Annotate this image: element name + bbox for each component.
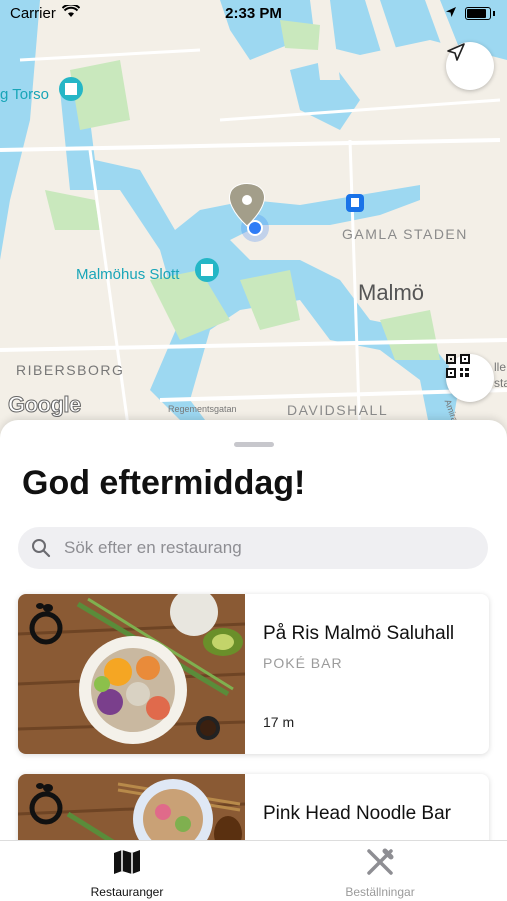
restaurant-card[interactable]: På Ris Malmö Saluhall POKÉ BAR 17 m [18,594,489,754]
map-label-malmohus: Malmöhus Slott [76,266,180,283]
battery-cap-icon [493,11,495,16]
restaurant-name: Pink Head Noodle Bar [263,803,451,824]
restaurant-distance: 17 m [263,714,295,730]
sheet-drag-handle[interactable] [234,442,274,447]
map-view[interactable]: g Torso GAMLA STADEN Malmöhus Slott Malm… [0,0,507,440]
search-input[interactable] [62,537,466,559]
map-label-edge-le: lle [494,360,507,374]
map-label-edge-sta: sta [494,376,507,390]
location-services-icon [445,5,457,22]
utensils-icon [365,847,395,880]
greeting-title: God eftermiddag! [22,464,306,502]
tab-bestallningar[interactable]: Beställningar [300,847,460,899]
tab-label: Beställningar [345,885,415,899]
battery-icon [465,7,491,20]
tab-bar: Restauranger Beställningar [0,840,507,901]
restaurant-image [18,594,246,754]
map-label-ribersborg: RIBERSBORG [16,362,125,378]
map-label-davidshall: DAVIDSHALL [287,402,389,418]
search-bar[interactable] [18,527,488,569]
qr-scan-button[interactable] [446,354,494,402]
map-label-regementsgatan: Regementsgatan [168,404,237,414]
restaurant-sheet[interactable]: God eftermiddag! Sök efter en restaurang… [0,420,507,900]
map-label-gamla-staden: GAMLA STADEN [342,226,468,242]
locate-me-button[interactable] [446,42,494,90]
restaurant-name: På Ris Malmö Saluhall [263,623,455,644]
status-time: 2:33 PM [225,5,282,22]
tab-label: Restauranger [90,885,164,899]
google-logo: Google [8,392,82,418]
status-bar: Carrier 2:33 PM [0,0,507,28]
restaurant-category: POKÉ BAR [263,655,343,671]
search-icon [30,537,52,559]
map-label-torso: g Torso [0,86,49,103]
map-label-malmo: Malmö [358,280,425,305]
map-icon [112,848,142,879]
tab-restauranger[interactable]: Restauranger [47,847,207,899]
